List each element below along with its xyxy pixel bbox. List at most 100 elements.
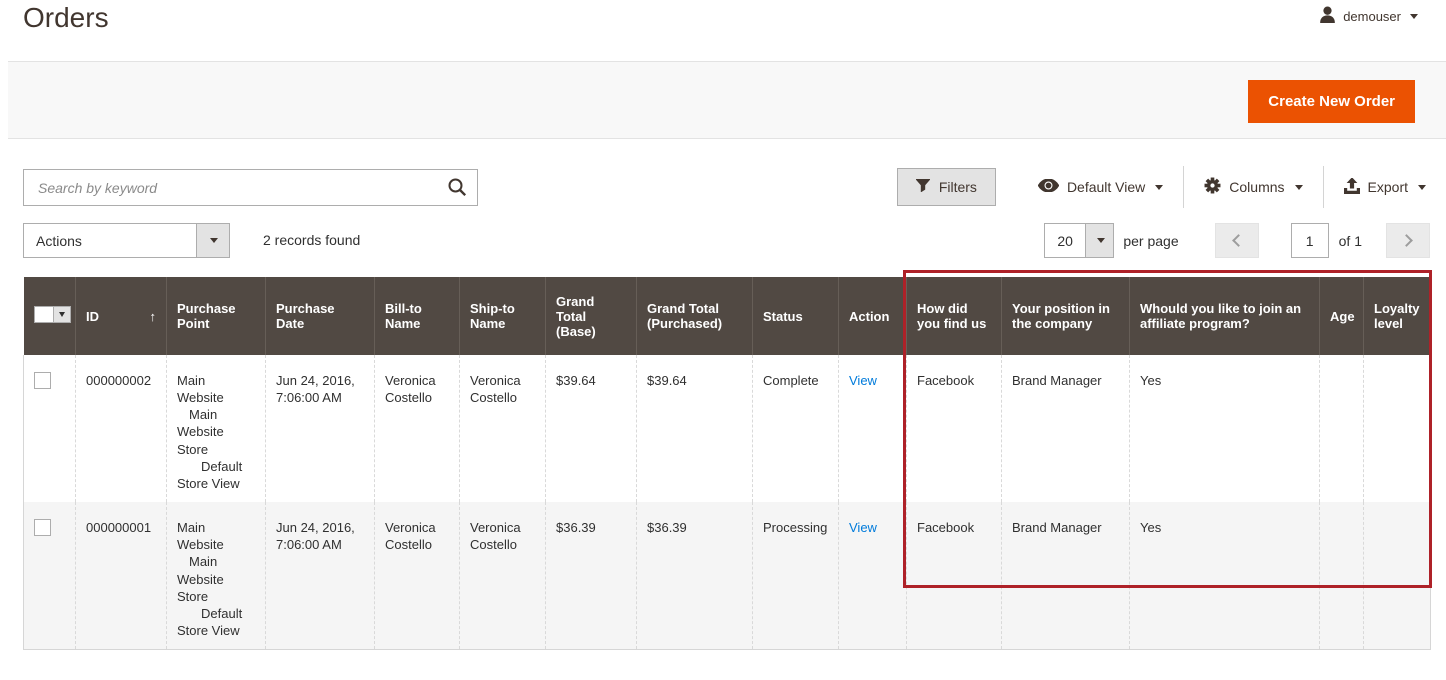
cell-purchase-date: Jun 24, 2016, 7:06:00 AM	[266, 355, 375, 502]
cell-affiliate-program: Yes	[1130, 502, 1320, 650]
purchase-point-store-view: Default Store View	[177, 458, 255, 492]
orders-grid: ID ↑ Purchase Point Purchase Date Bill-t…	[23, 277, 1431, 650]
cell-grand-total-base: $36.39	[546, 502, 637, 650]
create-new-order-button[interactable]: Create New Order	[1248, 80, 1415, 123]
checkbox[interactable]	[34, 306, 54, 323]
actions-select-toggle[interactable]	[196, 224, 229, 257]
chevron-down-icon	[210, 238, 218, 243]
header-position-in-company[interactable]: Your position in the company	[1002, 277, 1130, 355]
actions-select-value: Actions	[24, 224, 196, 257]
header-action: Action	[839, 277, 907, 355]
cell-ship-to-name: Veronica Costello	[460, 502, 546, 650]
filter-funnel-icon	[916, 179, 930, 195]
actions-select[interactable]: Actions	[23, 223, 230, 258]
columns-dropdown[interactable]: Columns	[1184, 168, 1322, 206]
page-actions-band: Create New Order	[8, 61, 1446, 139]
sort-ascending-icon[interactable]: ↑	[150, 309, 157, 324]
gear-icon	[1204, 177, 1221, 197]
user-name: demouser	[1343, 9, 1401, 24]
cell-action: View	[839, 502, 907, 650]
records-found-count: 2 records found	[263, 223, 360, 258]
row-checkbox[interactable]	[34, 372, 51, 389]
cell-select	[24, 355, 76, 502]
cell-age	[1320, 355, 1364, 502]
header-status[interactable]: Status	[753, 277, 839, 355]
cell-id: 000000002	[76, 355, 167, 502]
cell-position-in-company: Brand Manager	[1002, 502, 1130, 650]
header-how-did-you-find-us[interactable]: How did you find us	[907, 277, 1002, 355]
chevron-down-icon	[1295, 185, 1303, 190]
chevron-down-icon	[1155, 185, 1163, 190]
cell-affiliate-program: Yes	[1130, 355, 1320, 502]
header-grand-total-purchased[interactable]: Grand Total (Purchased)	[637, 277, 753, 355]
chevron-down-icon	[59, 312, 65, 317]
purchase-point-store: Main Website Store	[177, 553, 255, 604]
default-view-label: Default View	[1067, 179, 1145, 195]
per-page-select[interactable]: 20	[1044, 223, 1114, 258]
header-select-all	[24, 277, 76, 355]
header-id[interactable]: ID ↑	[76, 277, 167, 355]
cell-grand-total-purchased: $39.64	[637, 355, 753, 502]
select-options-toggle[interactable]	[54, 306, 71, 323]
total-pages-label: of 1	[1339, 233, 1362, 249]
next-page-button[interactable]	[1386, 223, 1430, 258]
cell-loyalty-level	[1364, 502, 1431, 650]
user-menu[interactable]: demouser	[1319, 6, 1418, 26]
export-icon	[1344, 178, 1360, 197]
cell-bill-to-name: Veronica Costello	[375, 502, 460, 650]
cell-status: Processing	[753, 502, 839, 650]
header-age[interactable]: Age	[1320, 277, 1364, 355]
per-page-toggle[interactable]	[1085, 224, 1113, 257]
header-purchase-point[interactable]: Purchase Point	[167, 277, 266, 355]
page-title: Orders	[23, 2, 109, 34]
filters-button[interactable]: Filters	[897, 168, 996, 206]
cell-grand-total-purchased: $36.39	[637, 502, 753, 650]
cell-purchase-date: Jun 24, 2016, 7:06:00 AM	[266, 502, 375, 650]
keyword-search	[23, 169, 478, 206]
filters-label: Filters	[939, 179, 977, 195]
cell-purchase-point: Main Website Main Website Store Default …	[167, 355, 266, 502]
row-checkbox[interactable]	[34, 519, 51, 536]
previous-page-button[interactable]	[1215, 223, 1259, 258]
header-purchase-date[interactable]: Purchase Date	[266, 277, 375, 355]
header-loyalty-level[interactable]: Loyalty level	[1364, 277, 1431, 355]
chevron-down-icon	[1410, 14, 1418, 19]
user-icon	[1319, 6, 1336, 26]
view-order-link[interactable]: View	[849, 520, 877, 535]
view-order-link[interactable]: View	[849, 373, 877, 388]
cell-ship-to-name: Veronica Costello	[460, 355, 546, 502]
orders-page: Orders demouser Create New Order Filters…	[0, 0, 1446, 680]
order-row: 000000002 Main Website Main Website Stor…	[24, 355, 1431, 502]
grid-controls: Filters Default View	[897, 168, 1430, 206]
eye-icon	[1038, 179, 1059, 195]
default-view-dropdown[interactable]: Default View	[1018, 168, 1183, 206]
cell-how-did-you-find-us: Facebook	[907, 355, 1002, 502]
search-input[interactable]	[23, 169, 478, 206]
select-all-checkbox[interactable]	[34, 306, 71, 323]
export-label: Export	[1368, 179, 1408, 195]
purchase-point-store: Main Website Store	[177, 406, 255, 457]
cell-how-did-you-find-us: Facebook	[907, 502, 1002, 650]
current-page-input[interactable]	[1291, 223, 1329, 258]
columns-label: Columns	[1229, 179, 1284, 195]
header-ship-to-name[interactable]: Ship-to Name	[460, 277, 546, 355]
header-grand-total-base[interactable]: Grand Total (Base)	[546, 277, 637, 355]
header-affiliate-program[interactable]: Whould you like to join an affiliate pro…	[1130, 277, 1320, 355]
per-page-value: 20	[1045, 224, 1085, 257]
cell-position-in-company: Brand Manager	[1002, 355, 1130, 502]
search-icon[interactable]	[447, 177, 467, 202]
per-page-label: per page	[1123, 233, 1178, 249]
cell-grand-total-base: $39.64	[546, 355, 637, 502]
cell-action: View	[839, 355, 907, 502]
cell-loyalty-level	[1364, 355, 1431, 502]
export-dropdown[interactable]: Export	[1324, 168, 1430, 206]
header-bill-to-name[interactable]: Bill-to Name	[375, 277, 460, 355]
cell-bill-to-name: Veronica Costello	[375, 355, 460, 502]
chevron-left-icon	[1232, 234, 1245, 247]
purchase-point-website: Main Website	[177, 372, 255, 406]
grid-header-row: ID ↑ Purchase Point Purchase Date Bill-t…	[24, 277, 1431, 355]
pagination: 20 per page of 1	[1044, 223, 1430, 258]
cell-purchase-point: Main Website Main Website Store Default …	[167, 502, 266, 650]
cell-select	[24, 502, 76, 650]
cell-status: Complete	[753, 355, 839, 502]
